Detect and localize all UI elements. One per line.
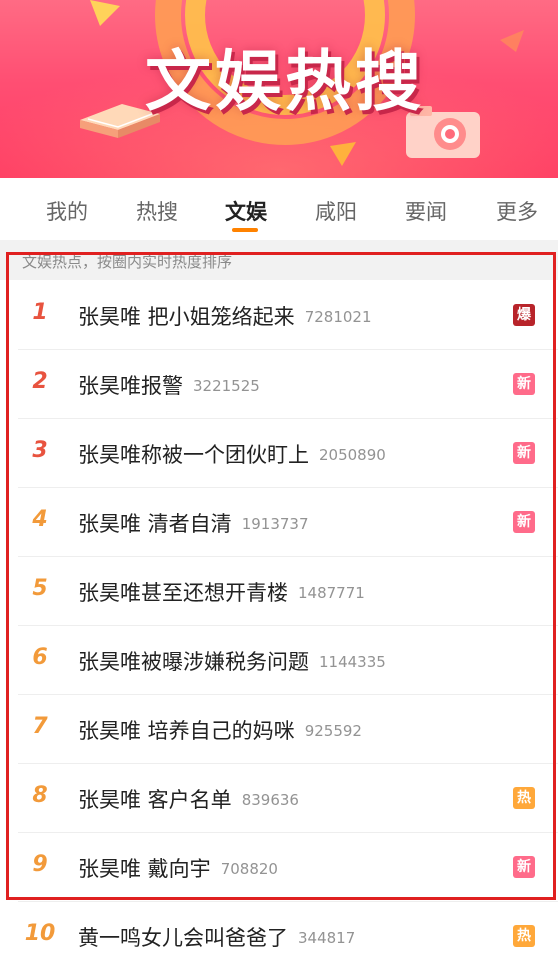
topic-line: 张昊唯 客户名单 839636 <box>78 784 299 814</box>
status-badge: 热 <box>513 787 535 809</box>
rank-number: 8 <box>32 783 48 808</box>
topic-title: 张昊唯被曝涉嫌税务问题 <box>78 650 309 674</box>
heat-count: 708820 <box>220 860 278 878</box>
subtitle-text: 文娱热点，按圈内实时热度排序 <box>22 253 233 271</box>
topic-line: 张昊唯被曝涉嫌税务问题 1144335 <box>78 646 386 676</box>
heat-count: 839636 <box>241 791 299 809</box>
heat-count: 2050890 <box>319 446 386 464</box>
status-badge: 新 <box>513 373 535 395</box>
topic-title: 张昊唯 清者自清 <box>78 512 232 536</box>
status-badge: 新 <box>513 856 535 878</box>
category-tabs: 我的 热搜 文娱 咸阳 要闻 更多 <box>0 178 558 240</box>
tab-wode[interactable]: 我的 <box>32 196 102 226</box>
status-badge: 新 <box>513 511 535 533</box>
list-item[interactable]: 9 张昊唯 戴向宇 708820 新 <box>0 833 558 902</box>
triangle-decoration <box>500 30 524 52</box>
topic-line: 张昊唯称被一个团伙盯上 2050890 <box>78 439 386 469</box>
rank-number: 6 <box>32 645 48 670</box>
list-item[interactable]: 8 张昊唯 客户名单 839636 热 <box>0 764 558 833</box>
topic-title: 黄一鸣女儿会叫爸爸了 <box>78 926 288 950</box>
heat-count: 1144335 <box>319 653 386 671</box>
topic-title: 张昊唯称被一个团伙盯上 <box>78 443 309 467</box>
list-item[interactable]: 1 张昊唯 把小姐笼络起来 7281021 爆 <box>0 281 558 350</box>
topic-line: 张昊唯 培养自己的妈咪 925592 <box>78 715 362 745</box>
rank-number: 2 <box>32 369 48 394</box>
header-banner: 文娱热搜 <box>0 0 558 178</box>
topic-title: 张昊唯甚至还想开青楼 <box>78 581 288 605</box>
topic-line: 张昊唯报警 3221525 <box>78 370 260 400</box>
rank-number: 7 <box>32 714 48 739</box>
list-item[interactable]: 5 张昊唯甚至还想开青楼 1487771 <box>0 557 558 626</box>
banner-title: 文娱热搜 <box>145 43 425 120</box>
tab-xianyang[interactable]: 咸阳 <box>301 196 371 226</box>
rank-number: 4 <box>32 507 48 532</box>
status-badge: 爆 <box>513 304 535 326</box>
topic-line: 张昊唯 把小姐笼络起来 7281021 <box>78 301 372 331</box>
heat-count: 925592 <box>304 722 362 740</box>
list-item[interactable]: 7 张昊唯 培养自己的妈咪 925592 <box>0 695 558 764</box>
tab-wenyu[interactable]: 文娱 <box>211 196 281 226</box>
triangle-decoration <box>90 0 120 26</box>
tab-resou[interactable]: 热搜 <box>122 196 192 226</box>
list-item[interactable]: 4 张昊唯 清者自清 1913737 新 <box>0 488 558 557</box>
subtitle-bar: 文娱热点，按圈内实时热度排序 <box>0 240 558 280</box>
topic-line: 张昊唯 清者自清 1913737 <box>78 508 309 538</box>
rank-number: 9 <box>32 852 48 877</box>
status-badge: 新 <box>513 442 535 464</box>
topic-title: 张昊唯 戴向宇 <box>78 857 211 881</box>
heat-count: 344817 <box>298 929 356 947</box>
heat-count: 1913737 <box>241 515 309 533</box>
list-item[interactable]: 2 张昊唯报警 3221525 新 <box>0 350 558 419</box>
rank-number: 5 <box>32 576 48 601</box>
topic-line: 黄一鸣女儿会叫爸爸了 344817 <box>78 922 355 952</box>
rank-number: 1 <box>32 300 48 325</box>
rank-number: 10 <box>24 921 56 946</box>
list-item[interactable]: 6 张昊唯被曝涉嫌税务问题 1144335 <box>0 626 558 695</box>
topic-title: 张昊唯 客户名单 <box>78 788 232 812</box>
topic-title: 张昊唯 把小姐笼络起来 <box>78 305 295 329</box>
hot-search-list: 1 张昊唯 把小姐笼络起来 7281021 爆 2 张昊唯报警 3221525 新 3 张昊唯称被… <box>0 281 558 971</box>
topic-title: 张昊唯 培养自己的妈咪 <box>78 719 295 743</box>
topic-title: 张昊唯报警 <box>78 374 183 398</box>
rank-number: 3 <box>32 438 48 463</box>
list-item[interactable]: 3 张昊唯称被一个团伙盯上 2050890 新 <box>0 419 558 488</box>
topic-line: 张昊唯 戴向宇 708820 <box>78 853 278 883</box>
tab-more[interactable]: 更多 <box>482 196 552 226</box>
active-tab-indicator <box>232 228 258 232</box>
heat-count: 7281021 <box>304 308 372 326</box>
heat-count: 1487771 <box>298 584 365 602</box>
status-badge: 热 <box>513 925 535 947</box>
topic-line: 张昊唯甚至还想开青楼 1487771 <box>78 577 365 607</box>
tab-yaowen[interactable]: 要闻 <box>391 196 461 226</box>
heat-count: 3221525 <box>193 377 260 395</box>
triangle-decoration <box>330 142 356 166</box>
list-item[interactable]: 10 黄一鸣女儿会叫爸爸了 344817 热 <box>0 902 558 971</box>
